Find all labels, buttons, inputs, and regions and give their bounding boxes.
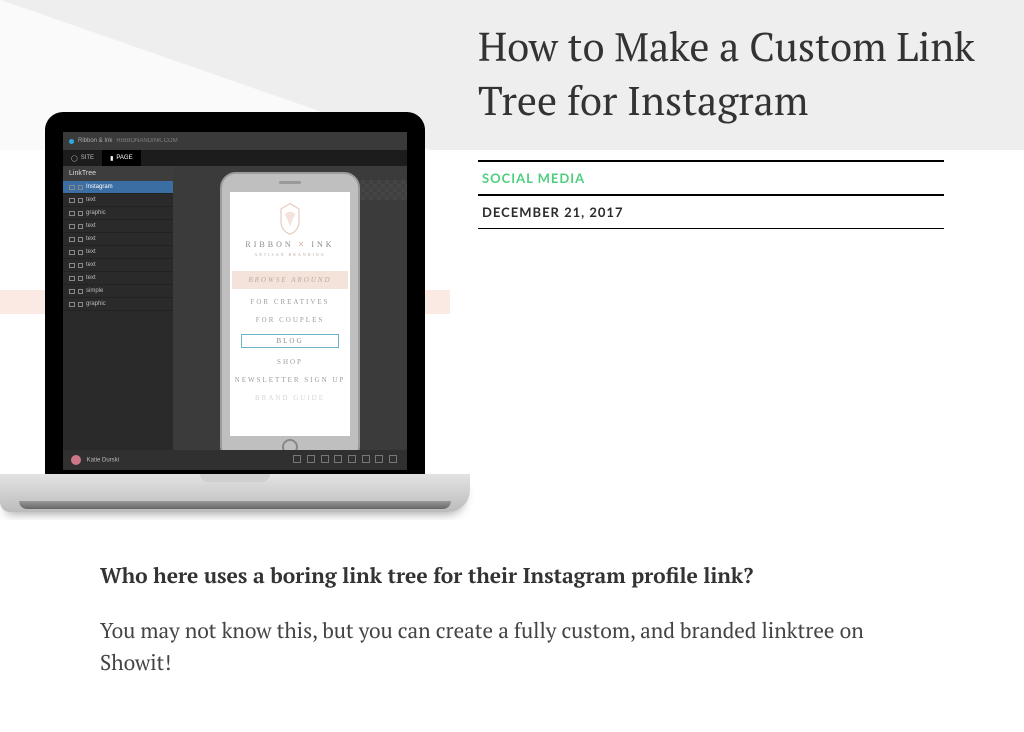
avatar-icon: [71, 455, 81, 465]
brand-crest-icon: [272, 200, 308, 236]
zoom-out-icon[interactable]: [334, 455, 342, 463]
desktop-icon: [69, 198, 75, 203]
globe-icon: ◯: [71, 155, 78, 162]
home-button-icon: [282, 439, 298, 450]
tool-icon[interactable]: [362, 455, 370, 463]
toolbar-icons: [291, 455, 399, 465]
post-meta: SOCIAL MEDIA DECEMBER 21, 2017: [478, 160, 944, 229]
tool-icon[interactable]: [321, 455, 329, 463]
layer-row[interactable]: text: [63, 272, 173, 285]
layer-row[interactable]: Instagram: [63, 181, 173, 194]
tab-page[interactable]: ▮ PAGE: [102, 150, 141, 166]
lead-paragraph: Who here uses a boring link tree for the…: [100, 560, 924, 593]
layer-row[interactable]: graphic: [63, 298, 173, 311]
layers-panel: LinkTree Instagram text graphic text tex…: [63, 166, 173, 450]
app-domain: RIBBONANDINK.COM: [116, 138, 177, 144]
layer-row[interactable]: simple: [63, 285, 173, 298]
desktop-icon: [69, 302, 75, 307]
app-tabbar: ◯ SITE ▮ PAGE: [63, 150, 407, 166]
link-brandguide[interactable]: BRAND GUIDE: [255, 394, 325, 402]
app-topbar: Ribbon & Ink RIBBONANDINK.COM: [63, 132, 407, 150]
tab-site-label: SITE: [81, 155, 94, 161]
layer-row[interactable]: text: [63, 246, 173, 259]
layer-label: text: [86, 275, 96, 281]
layer-row[interactable]: text: [63, 233, 173, 246]
hero-image: Ribbon & Ink RIBBONANDINK.COM ◯ SITE ▮ P…: [0, 112, 450, 520]
layer-label: text: [86, 197, 96, 203]
mobile-icon: [78, 237, 83, 242]
layer-row[interactable]: graphic: [63, 207, 173, 220]
tool-icon[interactable]: [293, 455, 301, 463]
layer-label: text: [86, 249, 96, 255]
desktop-icon: [69, 263, 75, 268]
user-name: Katie Durski: [87, 458, 119, 464]
mobile-icon: [78, 250, 83, 255]
zoom-in-icon[interactable]: [348, 455, 356, 463]
layer-label: text: [86, 236, 96, 242]
post-date: DECEMBER 21, 2017: [478, 194, 944, 229]
article-body: Who here uses a boring link tree for the…: [0, 520, 1024, 732]
mobile-icon: [78, 302, 83, 307]
page-icon: ▮: [110, 155, 113, 162]
layer-row[interactable]: text: [63, 259, 173, 272]
laptop-base: [0, 474, 470, 512]
mobile-icon: [78, 185, 83, 190]
layer-label: graphic: [86, 301, 106, 307]
paragraph: You may not know this, but you can creat…: [100, 615, 924, 680]
mobile-icon: [78, 263, 83, 268]
desktop-icon: [69, 289, 75, 294]
layer-row[interactable]: text: [63, 194, 173, 207]
link-blog[interactable]: BLOG: [241, 334, 338, 348]
desktop-icon: [69, 224, 75, 229]
layer-label: text: [86, 262, 96, 268]
tab-site[interactable]: ◯ SITE: [63, 150, 102, 166]
tool-icon[interactable]: [307, 455, 315, 463]
desktop-icon: [69, 237, 75, 242]
app-footer: Katie Durski: [63, 450, 407, 470]
browse-button[interactable]: BROWSE AROUND: [232, 271, 348, 289]
mobile-icon: [78, 198, 83, 203]
layer-row[interactable]: text: [63, 220, 173, 233]
link-shop[interactable]: SHOP: [277, 358, 303, 366]
app-name: Ribbon & Ink: [78, 138, 112, 144]
design-canvas: RIBBON✕INK ARTISAN BRANDING BROWSE AROUN…: [173, 166, 407, 450]
desktop-icon: [69, 185, 75, 190]
tool-icon[interactable]: [389, 455, 397, 463]
mobile-icon: [78, 289, 83, 294]
link-couples[interactable]: FOR COUPLES: [256, 316, 324, 324]
layer-label: graphic: [86, 210, 106, 216]
user-chip[interactable]: Katie Durski: [71, 455, 119, 465]
mobile-icon: [78, 224, 83, 229]
link-creatives[interactable]: FOR CREATIVES: [250, 298, 329, 306]
phone-mockup: RIBBON✕INK ARTISAN BRANDING BROWSE AROUN…: [220, 172, 360, 450]
layers-panel-title: LinkTree: [63, 166, 173, 181]
app-logo-icon: [69, 139, 74, 144]
post-category[interactable]: SOCIAL MEDIA: [478, 160, 944, 194]
tool-icon[interactable]: [375, 455, 383, 463]
layer-label: text: [86, 223, 96, 229]
desktop-icon: [69, 276, 75, 281]
link-newsletter[interactable]: NEWSLETTER SIGN UP: [235, 376, 346, 384]
mobile-icon: [78, 211, 83, 216]
mobile-icon: [78, 276, 83, 281]
tab-page-label: PAGE: [116, 155, 132, 161]
layer-label: simple: [86, 288, 103, 294]
desktop-icon: [69, 250, 75, 255]
layer-label: Instagram: [86, 184, 113, 190]
brand-name: RIBBON✕INK: [245, 240, 334, 249]
post-title: How to Make a Custom Link Tree for Insta…: [478, 20, 1014, 128]
brand-tagline: ARTISAN BRANDING: [254, 252, 325, 257]
checker-bg: [357, 180, 407, 200]
desktop-icon: [69, 211, 75, 216]
